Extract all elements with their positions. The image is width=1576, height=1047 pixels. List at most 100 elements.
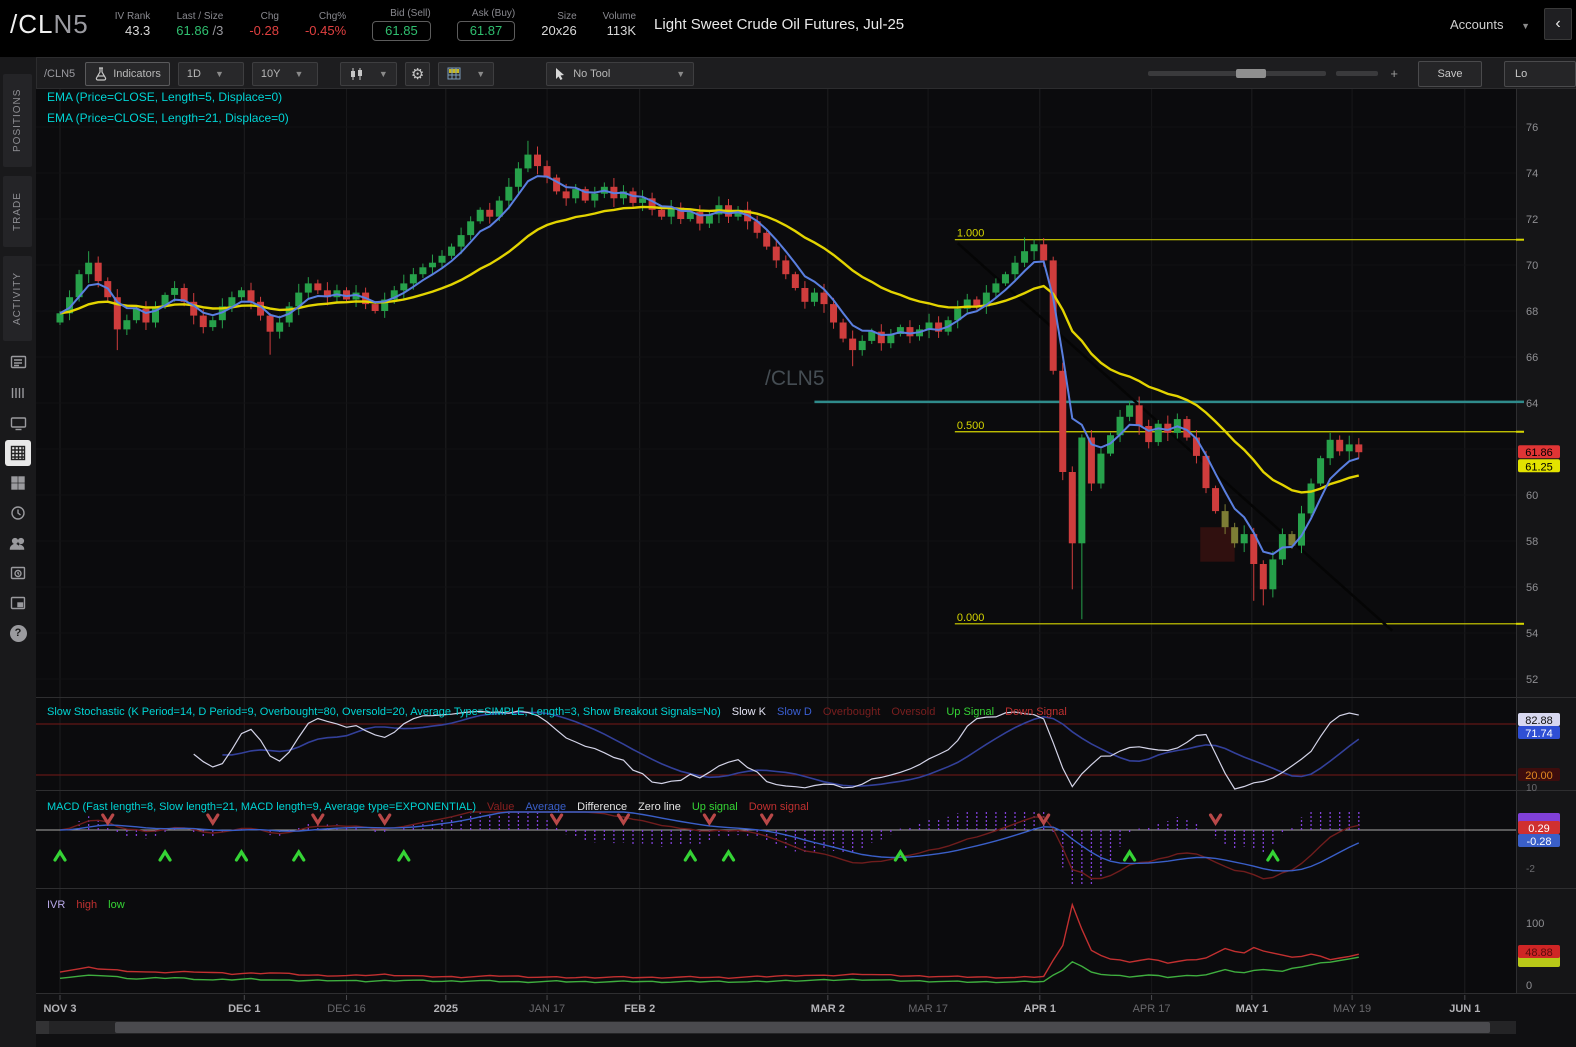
- macd-up-signal-arrow: [234, 848, 249, 862]
- candle-body: [428, 262, 436, 268]
- stochastic-pane[interactable]: [36, 710, 1516, 790]
- zoom-slider-thumb[interactable]: [1236, 69, 1267, 78]
- ivr-low-badge: [1518, 955, 1560, 967]
- sidebar-watchlist-button[interactable]: [0, 380, 36, 406]
- macd-up-signal-arrow: [1266, 848, 1280, 862]
- axis-badge: -0.28: [1518, 834, 1560, 848]
- drawing-tool-dropdown[interactable]: No Tool ▼: [546, 61, 695, 86]
- sidebar-charts-button[interactable]: [5, 440, 31, 466]
- price-tick-label: 60: [1526, 490, 1538, 502]
- chg-value: -0.28: [249, 22, 279, 38]
- collapse-panel-button[interactable]: ‹: [1544, 8, 1572, 40]
- time-label: JAN 17: [529, 1003, 565, 1015]
- sidebar-tab-trade[interactable]: TRADE: [3, 176, 32, 247]
- load-button[interactable]: Lo: [1504, 60, 1576, 87]
- sidebar-tab-activity[interactable]: ACTIVITY: [3, 256, 32, 341]
- stat-last-size: Last / Size 61.86 /3: [176, 10, 223, 39]
- sidebar-help-button[interactable]: ?: [0, 620, 36, 646]
- slow-d-line: [222, 711, 1360, 787]
- sidebar-community-button[interactable]: [0, 530, 36, 556]
- candle-body: [887, 334, 895, 344]
- axis-badge: 48.88: [1518, 945, 1560, 959]
- last-size-label: Last / Size: [176, 10, 224, 22]
- indicators-button[interactable]: Indicators: [85, 61, 170, 86]
- candle-body: [581, 189, 589, 201]
- sidebar-grid-button[interactable]: [0, 470, 36, 496]
- candle-body: [1107, 435, 1114, 454]
- macd-down-signal-arrow: [1037, 813, 1051, 827]
- candle-body: [209, 320, 217, 328]
- candle-body: [1164, 423, 1172, 433]
- sidebar-calendar-button[interactable]: [0, 560, 36, 586]
- candle-body: [725, 205, 732, 217]
- candle-body: [543, 166, 551, 178]
- time-label: NOV 3: [43, 1003, 76, 1015]
- macd-up-signal-arrow: [721, 848, 736, 862]
- candle-body: [266, 315, 274, 332]
- zoom-slider[interactable]: [1148, 69, 1327, 78]
- range-dropdown[interactable]: 10Y ▼: [251, 61, 318, 86]
- chg-label: Chg: [260, 10, 279, 22]
- accounts-dropdown[interactable]: Accounts ▼: [1450, 17, 1530, 32]
- candle-body: [1269, 559, 1277, 590]
- chart-canvas[interactable]: /CLN5 1.000 0.500 0.000 EMA (Price=CLOSE, Le…: [0, 0, 1576, 1047]
- ivr-pane[interactable]: [59, 902, 1359, 984]
- help-icon: ?: [9, 624, 27, 642]
- price-pane[interactable]: /CLN5 1.000 0.500 0.000: [56, 140, 1517, 632]
- candle-body: [1030, 244, 1038, 252]
- candle-body: [161, 294, 169, 307]
- timeframe-dropdown[interactable]: 1D ▼: [177, 61, 244, 86]
- bid-label: Bid (Sell): [390, 8, 431, 19]
- symbol-main: /CL: [10, 8, 54, 39]
- sidebar-tab-positions[interactable]: POSITIONS: [3, 74, 32, 167]
- trading-app: /CLN5 IV Rank 43.3 Last / Size 61.86 /3 …: [0, 0, 1576, 1047]
- macd-pane[interactable]: [36, 811, 1516, 886]
- candle-body: [1126, 405, 1134, 417]
- chart-settings-button[interactable]: ⚙: [404, 61, 431, 86]
- sidebar-history-button[interactable]: [0, 500, 36, 526]
- save-button[interactable]: Save: [1418, 60, 1482, 87]
- axis-badge: 0.29: [1518, 821, 1560, 835]
- calendar-clock-icon: [10, 566, 26, 580]
- price-tick-label: 76: [1526, 122, 1538, 134]
- sidebar-widget-button[interactable]: [0, 590, 36, 616]
- last-value: 61.86: [176, 22, 209, 38]
- sidebar-tv-button[interactable]: [0, 410, 36, 436]
- candle-body: [1145, 426, 1153, 443]
- zoom-slider-segment[interactable]: [1336, 71, 1379, 76]
- scrollbar-thumb: [115, 1022, 1490, 1033]
- candle-body: [801, 288, 809, 302]
- chart-background: [36, 88, 1576, 1047]
- macd-down-signal-arrow: [616, 813, 631, 827]
- candle-body: [314, 283, 322, 291]
- time-label: DEC 1: [228, 1003, 260, 1015]
- stat-chg-pct: Chg% -0.45%: [305, 10, 346, 39]
- layout-dropdown[interactable]: ▼: [438, 61, 495, 86]
- candle-body: [1298, 513, 1305, 546]
- candle-body: [152, 306, 159, 323]
- candle-body: [553, 177, 561, 192]
- candle-body: [1212, 488, 1220, 512]
- candle-body: [849, 338, 857, 351]
- candlestick-icon: [350, 67, 362, 80]
- quote-page-icon: [10, 355, 26, 369]
- candle-body: [381, 299, 389, 311]
- horizontal-scrollbar[interactable]: [36, 1021, 1516, 1034]
- candle-body: [1202, 455, 1210, 489]
- header-right: Accounts ▼ ‹: [1450, 8, 1576, 40]
- stat-volume: Volume 113K: [603, 10, 636, 39]
- svg-text:61.86: 61.86: [1525, 447, 1553, 459]
- size-value: 20x26: [541, 22, 577, 38]
- candle-body: [1116, 416, 1124, 436]
- watermark: /CLN5: [765, 367, 825, 390]
- zoom-in-button[interactable]: +: [1390, 66, 1398, 81]
- candle-body: [505, 186, 513, 201]
- ask-button[interactable]: 61.87: [456, 21, 516, 41]
- candle-body: [562, 191, 570, 199]
- chart-type-dropdown[interactable]: ▼: [339, 61, 397, 86]
- candle-body: [1192, 437, 1200, 456]
- bid-button[interactable]: 61.85: [372, 21, 431, 41]
- indicators-label: Indicators: [113, 67, 161, 80]
- sidebar-quotes-button[interactable]: [0, 350, 36, 376]
- stat-ask: Ask (Buy) 61.87: [456, 7, 516, 41]
